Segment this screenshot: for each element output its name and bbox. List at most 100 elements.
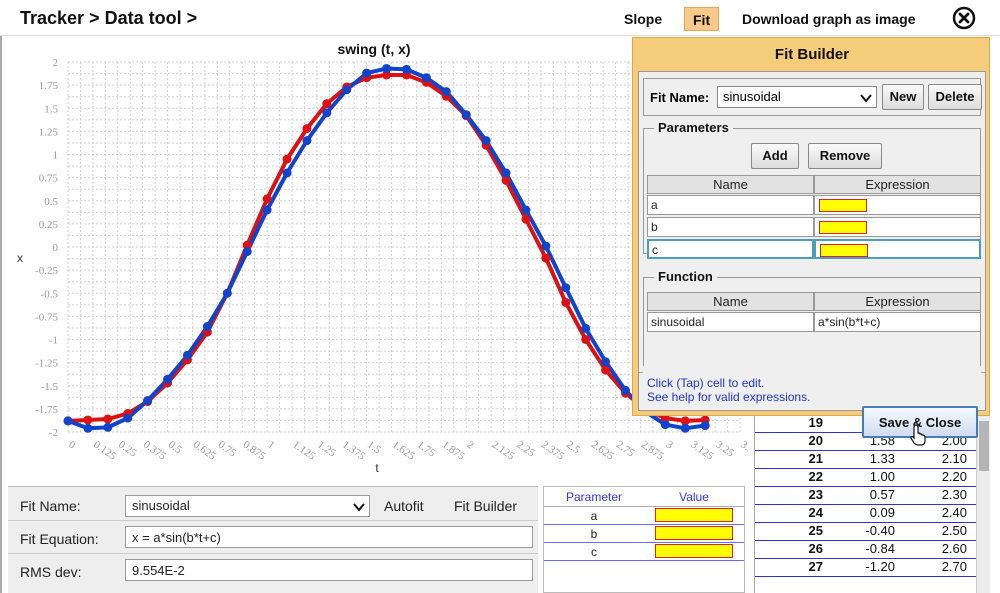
data-point	[222, 288, 232, 298]
hand-cursor-icon	[910, 424, 926, 446]
data-point	[621, 385, 631, 395]
param-name-cell[interactable]: a	[647, 195, 814, 215]
table-row[interactable]: 23 0.57 2.30	[755, 487, 976, 505]
data-point	[282, 168, 292, 178]
table-row[interactable]: 22 1.00 2.20	[755, 469, 976, 487]
x-tick-label: 2.25	[514, 439, 537, 460]
y-tick-label: -0.25	[35, 265, 58, 277]
y-tick-label: -1.5	[41, 381, 59, 393]
delete-fit-button[interactable]: Delete	[928, 84, 982, 110]
function-name-cell[interactable]: sinusoidal	[647, 312, 814, 332]
data-point	[302, 136, 312, 146]
param-expression-value[interactable]	[819, 221, 867, 234]
x-tick-label: 2.125	[489, 439, 517, 463]
data-point	[143, 396, 153, 406]
x-tick-label: 2.625	[589, 439, 617, 463]
data-point	[83, 423, 93, 433]
x-tick-label: 3	[664, 439, 676, 452]
param-name-cell[interactable]: c	[647, 239, 814, 259]
new-fit-button[interactable]: New	[882, 84, 924, 110]
x-tick-label: 1.125	[290, 439, 318, 463]
table-row[interactable]: 24 0.09 2.40	[755, 505, 976, 523]
table-row[interactable]: 21 1.33 2.10	[755, 451, 976, 469]
remove-parameter-button[interactable]: Remove	[808, 143, 882, 169]
x-value: 0.09	[869, 505, 895, 520]
slope-button[interactable]: Slope	[616, 7, 670, 31]
data-point	[700, 421, 710, 431]
y-tick-label: -1	[49, 335, 58, 347]
row-index: 19	[808, 415, 823, 430]
hint-edit: Click (Tap) cell to edit.	[647, 376, 765, 390]
data-point	[282, 154, 292, 164]
data-point	[202, 322, 212, 332]
data-point	[182, 350, 192, 360]
param-expression-cell[interactable]	[814, 239, 981, 259]
t-value: 2.70	[941, 559, 967, 574]
y-tick-label: 1	[53, 150, 59, 162]
data-point	[601, 357, 611, 367]
x-tick-label: 1.625	[390, 439, 418, 463]
fit-name-value: sinusoidal	[132, 498, 190, 513]
row-index: 24	[808, 505, 823, 520]
table-row[interactable]: b	[544, 525, 744, 543]
param-expression-cell[interactable]	[814, 195, 981, 215]
param-value-cell[interactable]	[655, 508, 733, 522]
x-value: -0.40	[865, 523, 895, 538]
data-point	[63, 416, 73, 426]
param-expression-cell[interactable]	[814, 217, 981, 237]
x-tick-label: 1.75	[415, 439, 438, 460]
table-row[interactable]: 26 -0.84 2.60	[755, 541, 976, 559]
data-point	[103, 422, 113, 432]
x-tick-label: 3.25	[713, 439, 736, 460]
fb-fit-name-select[interactable]: sinusoidal	[717, 86, 877, 108]
data-point	[103, 414, 113, 424]
fit-name-row: Fit Name: sinusoidal Autofit Fit Builder	[8, 489, 538, 521]
fit-equation-field[interactable]: x = a*sin(b*t+c)	[125, 526, 533, 548]
data-point	[242, 247, 252, 257]
x-tick-label: 2	[465, 439, 476, 452]
scrollbar-thumb[interactable]	[979, 421, 989, 471]
chevron-down-icon	[860, 94, 872, 103]
row-index: 27	[808, 559, 823, 574]
table-row[interactable]: 25 -0.40 2.50	[755, 523, 976, 541]
fit-name-label: Fit Name:	[20, 498, 81, 514]
function-name-header: Name	[647, 292, 814, 311]
data-point	[501, 168, 511, 178]
table-row[interactable]: 27 -1.20 2.70	[755, 559, 976, 577]
parameters-box: Parameters Add Remove Name Expression a …	[643, 120, 981, 259]
x-value: -1.20	[865, 559, 895, 574]
param-expression-value[interactable]	[820, 244, 868, 257]
param-value-cell[interactable]	[655, 544, 733, 558]
param-value-cell[interactable]	[655, 526, 733, 540]
value-header: Value	[679, 490, 709, 504]
autofit-button[interactable]: Autofit	[384, 498, 424, 514]
data-point	[401, 64, 411, 74]
table-row[interactable]: c	[544, 543, 744, 561]
add-parameter-button[interactable]: Add	[751, 143, 799, 169]
data-point	[481, 136, 491, 146]
y-tick-label: 1.25	[39, 126, 59, 138]
y-tick-label: 0.25	[39, 219, 59, 231]
row-index: 21	[808, 451, 823, 466]
fit-button[interactable]: Fit	[684, 7, 720, 31]
data-point	[262, 205, 272, 215]
x-tick-label: 2.875	[639, 439, 667, 463]
parameter-table: Parameter Value a b c	[543, 486, 745, 593]
x-tick-label: 2.75	[614, 439, 637, 460]
table-row[interactable]: a	[544, 507, 744, 525]
x-tick-label: 0.75	[216, 439, 239, 460]
close-icon[interactable]	[952, 6, 976, 30]
x-tick-label: 0.375	[141, 439, 169, 463]
function-expression-cell[interactable]: a*sin(b*t+c)	[814, 312, 981, 332]
parameter-table-header: Parameter Value	[544, 487, 744, 507]
param-expression-value[interactable]	[819, 199, 867, 212]
data-table-scrollbar[interactable]	[976, 415, 990, 593]
data-point	[421, 73, 431, 83]
y-tick-label: 1.75	[39, 80, 59, 92]
download-graph-button[interactable]: Download graph as image	[734, 7, 923, 31]
fit-name-select[interactable]: sinusoidal	[125, 495, 370, 517]
param-name-cell[interactable]: b	[647, 217, 814, 237]
fit-builder-button[interactable]: Fit Builder	[454, 498, 517, 514]
y-tick-label: 0.5	[44, 196, 58, 208]
data-point	[561, 298, 571, 307]
